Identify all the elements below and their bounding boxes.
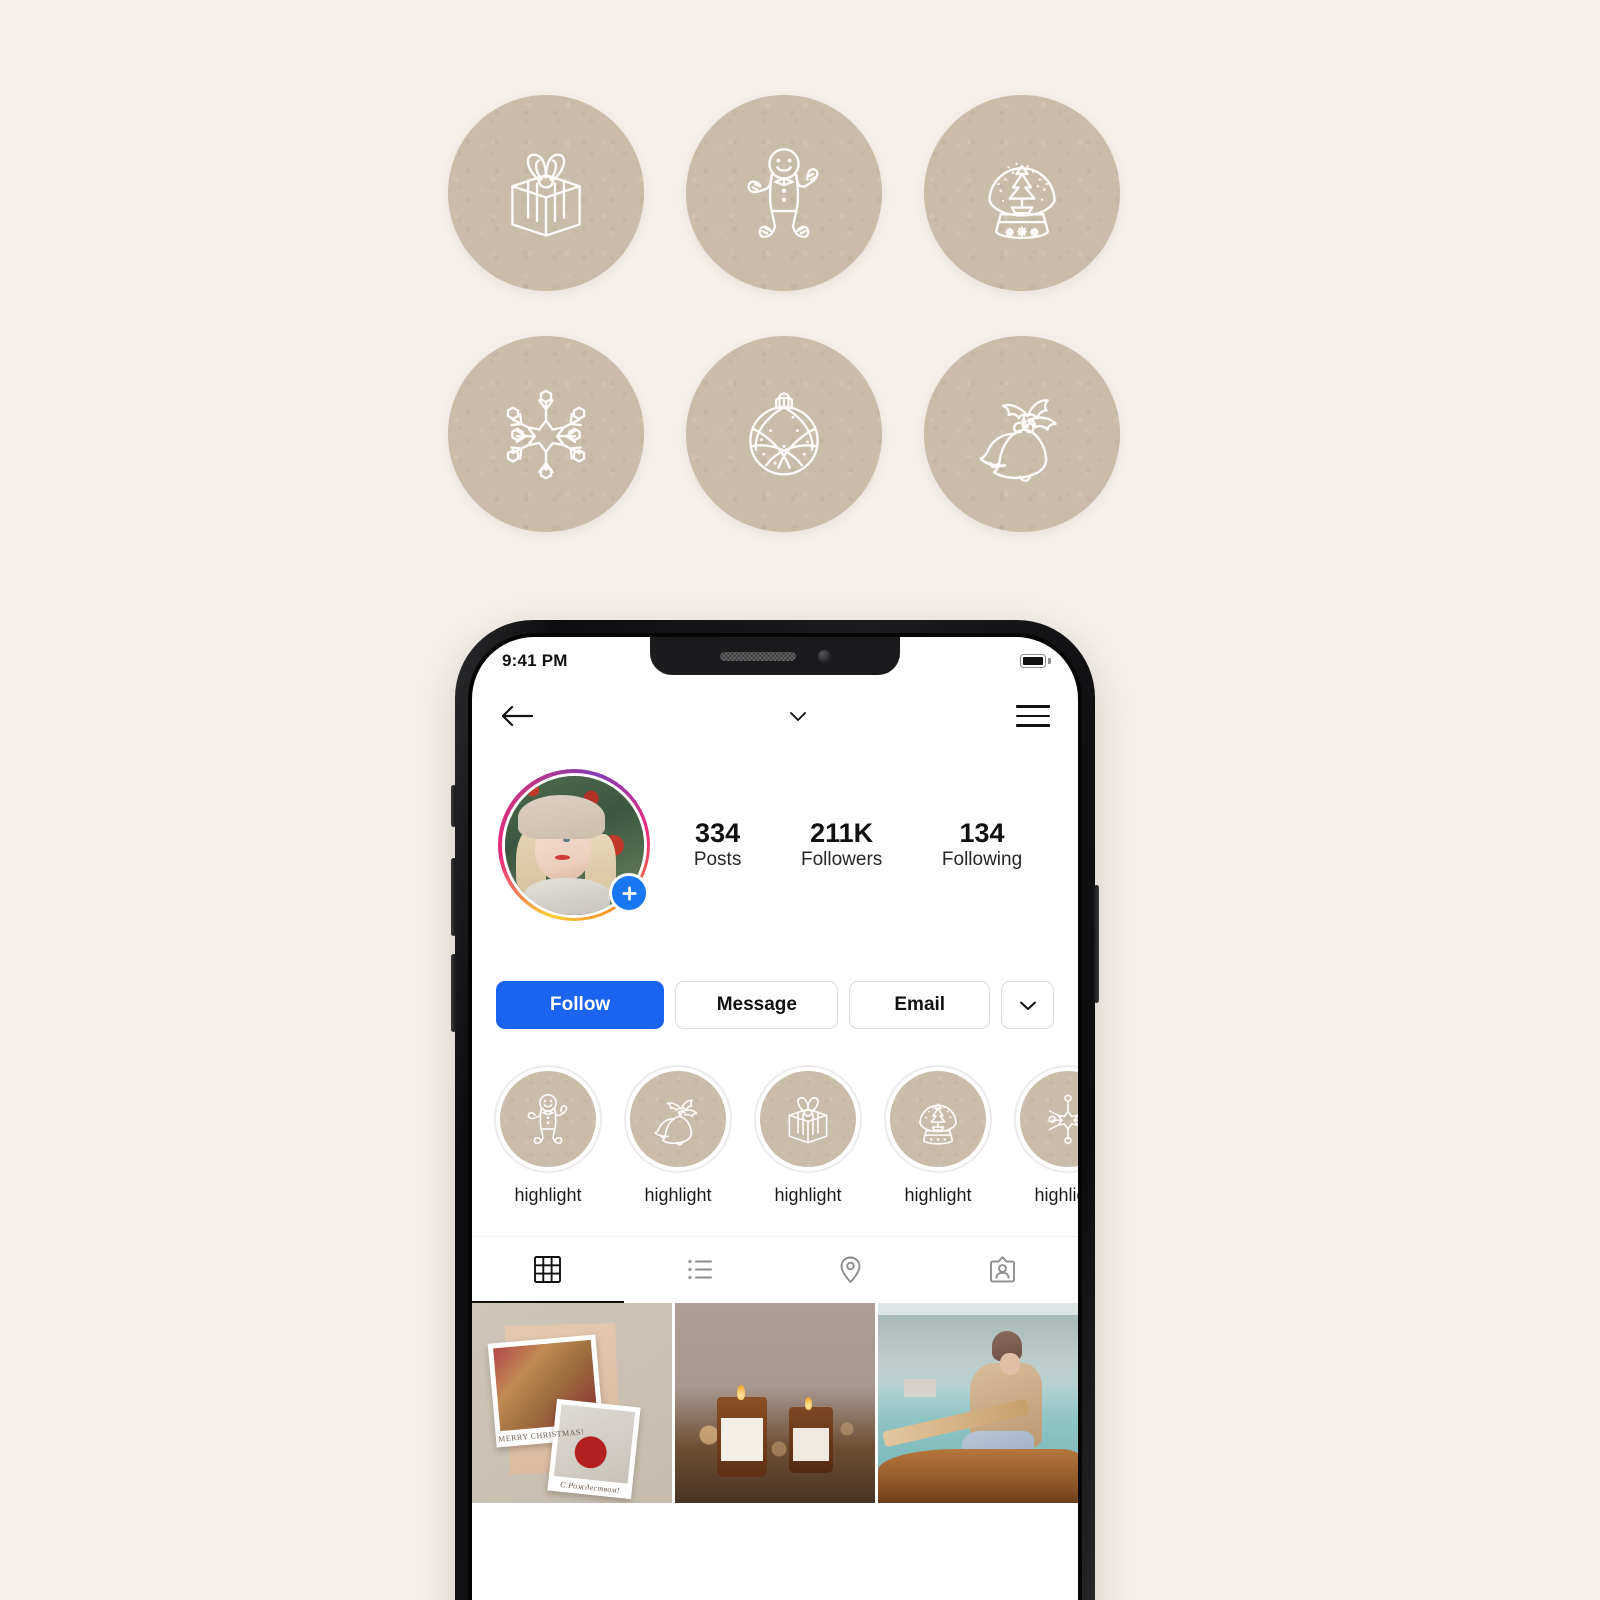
phone-mockup: 9:41 PM 334 Posts 211K Followers 134 Fol… (451, 620, 1099, 1600)
stat-posts[interactable]: 334 Posts (694, 818, 742, 873)
highlight-item[interactable]: highlight (754, 1065, 862, 1206)
mute-switch[interactable] (451, 785, 456, 827)
app-navbar (472, 685, 1078, 747)
status-indicators (1020, 654, 1051, 668)
highlight-item[interactable]: highlight (624, 1065, 732, 1206)
bells-holly-icon (924, 336, 1120, 532)
power-button[interactable] (1094, 885, 1099, 1003)
battery-full-icon (1020, 654, 1051, 668)
followers-label: Followers (800, 848, 883, 870)
highlight-item[interactable]: highlight (494, 1065, 602, 1206)
profile-actions: Follow Message Email (472, 921, 1078, 1029)
phone-screen: 9:41 PM 334 Posts 211K Followers 134 Fol… (472, 637, 1078, 1600)
tab-places[interactable] (775, 1237, 927, 1303)
gingerbread-man-icon (686, 95, 882, 291)
highlight-item[interactable]: highlight (884, 1065, 992, 1206)
gingerbread-man-icon (500, 1071, 596, 1167)
posts-count: 334 (695, 817, 741, 848)
icon-row-1 (448, 95, 1120, 291)
highlight-label: highlight (514, 1185, 582, 1205)
chevron-down-icon (1018, 999, 1038, 1012)
volume-down-button[interactable] (451, 954, 456, 1032)
highlight-label: highlight (1034, 1185, 1078, 1205)
christmas-icon-set (448, 95, 1120, 577)
highlight-label: highlight (644, 1185, 712, 1205)
volume-up-button[interactable] (451, 858, 456, 936)
followers-count: 211K (810, 817, 874, 848)
profile-stats: 334 Posts 211K Followers 134 Following (650, 818, 1052, 873)
highlight-label: highlight (774, 1185, 842, 1205)
page-canvas: 9:41 PM 334 Posts 211K Followers 134 Fol… (0, 0, 1600, 1600)
tab-list[interactable] (624, 1237, 776, 1303)
plus-badge-icon[interactable] (609, 873, 649, 913)
post-christmas-collage[interactable]: MERRY CHRISTMAS! C Рождеством! (472, 1303, 672, 1503)
tab-grid[interactable] (472, 1237, 624, 1303)
posts-label: Posts (693, 848, 742, 870)
snowflake-icon (1020, 1071, 1078, 1167)
snow-globe-icon (890, 1071, 986, 1167)
snowflake-icon (448, 336, 644, 532)
bells-holly-icon (630, 1071, 726, 1167)
gift-box-icon (760, 1071, 856, 1167)
posts-grid: MERRY CHRISTMAS! C Рождеством! (472, 1303, 1078, 1503)
christmas-ornament-icon (686, 336, 882, 532)
highlight-label: highlight (904, 1185, 972, 1205)
profile-tabs (472, 1236, 1078, 1303)
profile-header: 334 Posts 211K Followers 134 Following (472, 747, 1078, 921)
more-options-button[interactable] (1001, 981, 1054, 1029)
arrow-left-icon[interactable] (500, 703, 534, 729)
location-pin-icon (840, 1256, 861, 1283)
list-icon (688, 1259, 712, 1279)
icon-row-2 (448, 336, 1120, 532)
post-lake-boat[interactable] (878, 1303, 1078, 1503)
stat-followers[interactable]: 211K Followers (801, 818, 882, 873)
follow-button[interactable]: Follow (496, 981, 665, 1029)
story-highlights: highlight highlight highlight highlight … (472, 1029, 1078, 1206)
following-count: 134 (959, 817, 1005, 848)
tab-tagged[interactable] (927, 1237, 1079, 1303)
profile-avatar[interactable] (498, 769, 650, 921)
profile-title[interactable] (780, 709, 808, 723)
status-bar: 9:41 PM (472, 637, 1078, 685)
grid-icon (534, 1255, 562, 1283)
highlight-item[interactable]: highlight (1014, 1065, 1078, 1206)
message-button[interactable]: Message (675, 981, 839, 1029)
status-time: 9:41 PM (502, 651, 568, 670)
gift-box-icon (448, 95, 644, 291)
email-button[interactable]: Email (849, 981, 990, 1029)
tagged-person-icon (989, 1255, 1015, 1282)
phone-bezel: 9:41 PM 334 Posts 211K Followers 134 Fol… (468, 633, 1082, 1600)
snow-globe-icon (924, 95, 1120, 291)
stat-following[interactable]: 134 Following (942, 818, 1022, 873)
chevron-down-icon (788, 709, 808, 723)
post-candles[interactable] (675, 1303, 875, 1503)
hamburger-menu-icon[interactable] (1016, 705, 1050, 727)
following-label: Following (941, 848, 1023, 870)
